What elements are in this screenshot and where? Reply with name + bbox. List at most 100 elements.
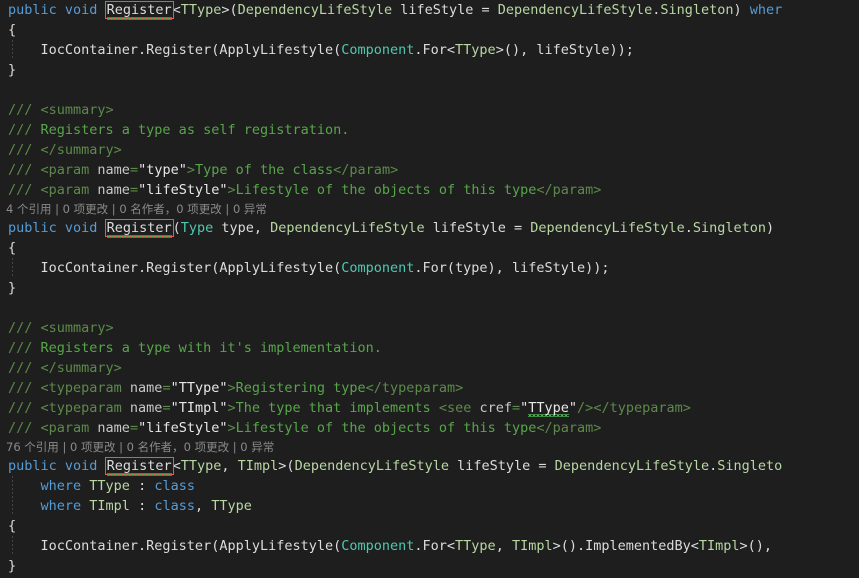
- token-gtype: DependencyLifeStyle: [530, 220, 685, 236]
- token-plain: ,: [495, 538, 512, 554]
- method-name-text: Register: [106, 220, 172, 236]
- rename-adornment-box[interactable]: Register: [104, 457, 174, 475]
- token-cmtname: name: [129, 400, 163, 416]
- codelens-annotation[interactable]: 76 个引用 | 0 项更改 | 0 名作者，0 项更改 | 0 异常: [0, 438, 859, 456]
- code-line[interactable]: {: [0, 238, 859, 258]
- token-gtype: DependencyLifeStyle: [497, 2, 653, 18]
- token-cmttag: </param>: [536, 420, 602, 436]
- code-line[interactable]: public void Register<TType, TImpl>(Depen…: [0, 456, 859, 476]
- code-line[interactable]: /// <param name="type">Type of the class…: [0, 160, 859, 180]
- code-line[interactable]: IocContainer.Register(ApplyLifestyle(Com…: [0, 258, 859, 278]
- indent-guide: [12, 40, 13, 60]
- code-line[interactable]: IocContainer.Register(ApplyLifestyle(Com…: [0, 536, 859, 556]
- code-line[interactable]: /// </summary>: [0, 358, 859, 378]
- token-plain: >(: [221, 2, 238, 18]
- token-plain: IocContainer.Register(ApplyLifestyle(: [8, 42, 342, 58]
- token-kw: public: [8, 458, 57, 474]
- blank-line[interactable]: [0, 80, 859, 100]
- token-cmttag: <param: [40, 182, 98, 198]
- token-kw: class: [154, 478, 195, 494]
- token-gtype: TType: [211, 498, 252, 514]
- token-cmttag: =: [511, 400, 521, 416]
- code-line[interactable]: /// <param name="lifeStyle">Lifestyle of…: [0, 418, 859, 438]
- token-gtype: TType: [180, 458, 222, 474]
- token-cmt: Lifestyle of the objects of this type: [235, 420, 537, 436]
- token-kw: where: [40, 478, 82, 494]
- code-line[interactable]: {: [0, 20, 859, 40]
- token-plain: (: [172, 220, 181, 236]
- token-cmtname: name: [97, 182, 130, 198]
- code-line[interactable]: }: [0, 278, 859, 298]
- token-plain: <: [172, 458, 181, 474]
- code-line[interactable]: /// </summary>: [0, 140, 859, 160]
- token-plain: IocContainer.Register(ApplyLifestyle(: [8, 260, 342, 276]
- token-cmttag: </param>: [536, 182, 602, 198]
- codelens-text[interactable]: 76 个引用 | 0 项更改 | 0 名作者，0 项更改 | 0 异常: [6, 440, 274, 454]
- code-line[interactable]: where TImpl : class, TType: [0, 496, 859, 516]
- indent-guide: [12, 536, 13, 556]
- token-plain: }: [8, 62, 17, 78]
- token-plain: >(: [278, 458, 295, 474]
- code-line[interactable]: /// Registers a type with it's implement…: [0, 338, 859, 358]
- code-line[interactable]: public void Register(Type type, Dependen…: [0, 218, 859, 238]
- token-cmttag: >: [227, 380, 236, 396]
- blank-line[interactable]: [0, 298, 859, 318]
- token-cmt: The type that implements: [235, 400, 439, 416]
- token-cmttag: </typeparam>: [593, 400, 691, 416]
- token-cmttag: <typeparam: [40, 380, 130, 396]
- token-gtype: TImpl: [698, 538, 740, 554]
- token-gtype: TType: [455, 538, 496, 554]
- token-plain: {: [8, 22, 17, 38]
- token-cmtval: "lifeStyle": [138, 420, 228, 436]
- code-line[interactable]: /// <summary>: [0, 318, 859, 338]
- token-kw: void: [64, 220, 98, 236]
- token-plain: IocContainer.Register(ApplyLifestyle(: [8, 538, 342, 554]
- token-gtype: TType: [89, 478, 130, 494]
- rename-adornment-box[interactable]: Register: [104, 219, 174, 237]
- token-plain: >(), lifeStyle));: [495, 42, 634, 58]
- token-cmtname: name: [97, 162, 130, 178]
- token-cmttag: ///: [8, 360, 41, 376]
- token-plain: .: [684, 220, 693, 236]
- cref-target-token[interactable]: TType: [528, 400, 569, 417]
- method-name-text: Register: [106, 2, 172, 18]
- token-type: Component: [341, 260, 415, 276]
- token-plain: .For(type), lifeStyle));: [414, 260, 610, 276]
- codelens-annotation[interactable]: 4 个引用 | 0 项更改 | 0 名作者，0 项更改 | 0 异常: [0, 200, 859, 218]
- token-cmttag: ///: [8, 400, 41, 416]
- token-type: Component: [341, 42, 415, 58]
- token-cmtval: "TType": [170, 380, 228, 396]
- token-cmttag: >: [227, 420, 236, 436]
- token-cmt: Registers a type with it's implementatio…: [40, 340, 382, 356]
- token-plain: }: [8, 558, 17, 574]
- code-line[interactable]: IocContainer.Register(ApplyLifestyle(Com…: [0, 40, 859, 60]
- code-line[interactable]: /// <param name="lifeStyle">Lifestyle of…: [0, 180, 859, 200]
- code-line[interactable]: /// <typeparam name="TImpl">The type tha…: [0, 398, 859, 418]
- token-cmtval: "TImpl": [170, 400, 228, 416]
- token-cmttag: <summary>: [40, 102, 114, 118]
- token-cmttag: >: [186, 162, 195, 178]
- token-cmt: Registering type: [235, 380, 366, 396]
- code-line[interactable]: where TType : class: [0, 476, 859, 496]
- token-cmttag: ///: [8, 142, 41, 158]
- code-line[interactable]: /// <summary>: [0, 100, 859, 120]
- token-cmttag: </typeparam>: [365, 380, 464, 396]
- token-cmtval: "lifeStyle": [138, 182, 228, 198]
- code-line[interactable]: /// <typeparam name="TType">Registering …: [0, 378, 859, 398]
- rename-adornment-box[interactable]: Register: [104, 1, 174, 19]
- token-cmttag: <see: [438, 400, 480, 416]
- code-line[interactable]: /// Registers a type as self registratio…: [0, 120, 859, 140]
- token-plain: type,: [213, 220, 271, 236]
- code-line[interactable]: }: [0, 60, 859, 80]
- token-cmttag: =: [162, 400, 171, 416]
- token-plain: {: [8, 518, 17, 534]
- code-editor-surface[interactable]: public void Register<TType>(DependencyLi…: [0, 0, 859, 578]
- code-line[interactable]: public void Register<TType>(DependencyLi…: [0, 0, 859, 20]
- token-gtype: TType: [455, 42, 496, 58]
- code-line[interactable]: }: [0, 556, 859, 576]
- token-cmt: Registers a type as self registration.: [40, 122, 350, 138]
- codelens-text[interactable]: 4 个引用 | 0 项更改 | 0 名作者，0 项更改 | 0 异常: [6, 202, 267, 216]
- code-line[interactable]: {: [0, 516, 859, 536]
- token-cmt: Lifestyle of the objects of this type: [235, 182, 537, 198]
